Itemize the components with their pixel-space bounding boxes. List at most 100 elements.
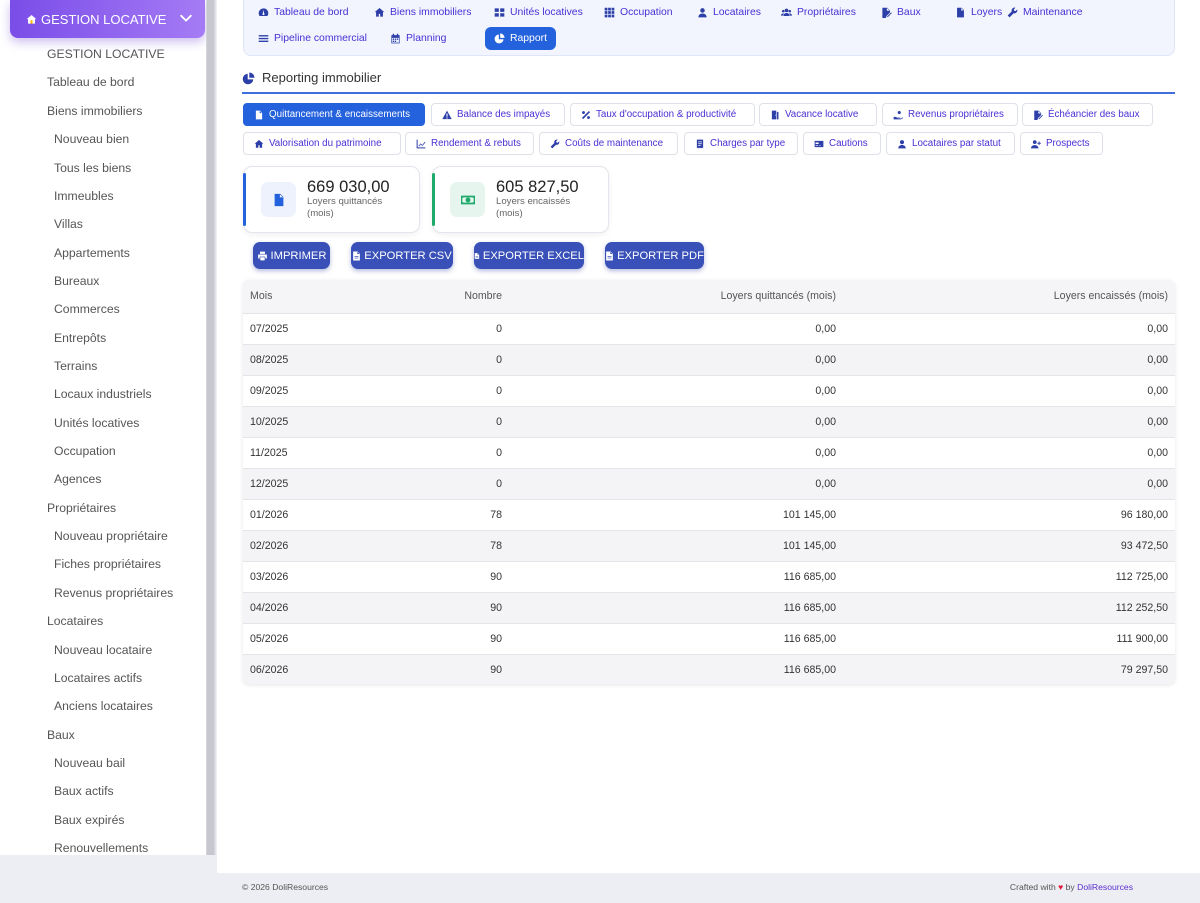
sidebar-item-locataires-actifs[interactable]: Locataires actifs <box>54 671 142 685</box>
grid-icon <box>494 7 505 18</box>
sidebar-item-locaux-industriels[interactable]: Locaux industriels <box>54 387 152 401</box>
kpi-icon-box <box>450 182 485 217</box>
report-tab-vacance-locative[interactable]: Vacance locative <box>759 103 877 126</box>
report-tab-charges-par-type[interactable]: Charges par type <box>684 132 798 155</box>
chevron-down-icon[interactable] <box>179 11 193 25</box>
sidebar-item-nouveau-bail[interactable]: Nouveau bail <box>54 756 125 770</box>
sidebar-item-tous-les-biens[interactable]: Tous les biens <box>54 161 131 175</box>
nav-occupation[interactable]: Occupation <box>604 5 673 19</box>
sidebar-scrollbar-thumb[interactable] <box>207 0 214 855</box>
cell-quittances: 0,00 <box>509 436 843 468</box>
sidebar-item-occupation[interactable]: Occupation <box>54 444 116 458</box>
print-button[interactable]: IMPRIMER <box>253 242 330 269</box>
line-chart-icon <box>416 139 426 149</box>
nav-proprietaires[interactable]: Propriétaires <box>781 5 856 19</box>
sidebar-item-nouveau-proprietaire[interactable]: Nouveau propriétaire <box>54 529 168 543</box>
sidebar-item-locataires[interactable]: Locataires <box>47 614 103 628</box>
cell-mois: 11/2025 <box>243 436 393 468</box>
report-tab-label: Taux d'occupation & productivité <box>596 109 737 120</box>
cell-mois: 10/2025 <box>243 405 393 437</box>
nav-baux[interactable]: Baux <box>881 5 921 19</box>
sidebar-item-fiches-proprietaires[interactable]: Fiches propriétaires <box>54 557 161 571</box>
document-icon <box>254 110 264 120</box>
main-content: Tableau de bord Biens immobiliers Unités l… <box>217 0 1200 873</box>
file-signature-icon <box>1033 110 1043 120</box>
calendar-icon <box>390 33 401 44</box>
report-tab-quittancement-encaissements[interactable]: Quittancement & encaissements <box>243 103 425 126</box>
sidebar-item-revenus-proprietaires[interactable]: Revenus propriétaires <box>54 586 173 600</box>
report-tab-couts-de-maintenance[interactable]: Coûts de maintenance <box>539 132 678 155</box>
document-icon <box>272 193 286 207</box>
cell-encaisses: 0,00 <box>843 312 1175 344</box>
cell-mois: 06/2026 <box>243 653 393 684</box>
sidebar-item-baux-expires[interactable]: Baux expirés <box>54 813 124 827</box>
sidebar-item-gestion-locative[interactable]: GESTION LOCATIVE <box>47 47 165 61</box>
export-csv-button[interactable]: EXPORTER CSV <box>351 242 453 269</box>
export-pdf-button[interactable]: EXPORTER PDF <box>605 242 704 269</box>
nav-maintenance[interactable]: Maintenance <box>1007 5 1083 19</box>
cell-encaisses: 0,00 <box>843 405 1175 437</box>
nav-rapport[interactable]: Rapport <box>485 27 556 50</box>
sidebar-item-agences[interactable]: Agences <box>54 472 101 486</box>
sidebar-item-unites-locatives[interactable]: Unités locatives <box>54 416 139 430</box>
cell-quittances: 116 685,00 <box>509 653 843 684</box>
report-tab-taux-d-occupation-productivite[interactable]: Taux d'occupation & productivité <box>570 103 755 126</box>
sidebar-item-renouvellements[interactable]: Renouvellements <box>54 841 148 855</box>
table-row: 12/2025 0 0,00 0,00 <box>243 467 1175 499</box>
cell-nombre: 90 <box>393 622 509 654</box>
sidebar-item-terrains[interactable]: Terrains <box>54 359 97 373</box>
sidebar-item-anciens-locataires[interactable]: Anciens locataires <box>54 699 153 713</box>
report-tab-label: Rendement & rebuts <box>431 138 521 149</box>
cell-nombre: 78 <box>393 498 509 530</box>
heart-icon: ♥ <box>1058 882 1064 892</box>
column-header-quittances[interactable]: Loyers quittancés (mois) <box>509 280 843 313</box>
sidebar-item-baux[interactable]: Baux <box>47 728 75 742</box>
nav-biens-immobiliers[interactable]: Biens immobiliers <box>374 5 471 19</box>
nav-loyers[interactable]: Loyers <box>955 5 1002 19</box>
sidebar-item-bureaux[interactable]: Bureaux <box>54 274 99 288</box>
report-tab-echeancier-des-baux[interactable]: Échéancier des baux <box>1022 103 1153 126</box>
report-tab-label: Charges par type <box>710 138 786 149</box>
report-tab-balance-des-impayes[interactable]: Balance des impayés <box>431 103 565 126</box>
report-tab-cautions[interactable]: Cautions <box>803 132 881 155</box>
report-tab-valorisation-du-patrimoine[interactable]: Valorisation du patrimoine <box>243 132 401 155</box>
sidebar-item-tableau-de-bord[interactable]: Tableau de bord <box>47 75 134 89</box>
column-header-nombre[interactable]: Nombre <box>393 280 509 313</box>
cell-encaisses: 96 180,00 <box>843 498 1175 530</box>
report-tab-label: Cautions <box>829 138 868 149</box>
nav-planning[interactable]: Planning <box>390 31 446 45</box>
column-header-mois[interactable]: Mois <box>243 280 393 313</box>
export-excel-button[interactable]: EXPORTER EXCEL <box>474 242 584 269</box>
brand-link[interactable]: DoliResources <box>1077 882 1133 892</box>
page-title: Reporting immobilier <box>262 70 382 85</box>
sidebar-item-nouveau-locataire[interactable]: Nouveau locataire <box>54 643 152 657</box>
report-tab-revenus-proprietaires[interactable]: Revenus propriétaires <box>882 103 1018 126</box>
module-selector-button[interactable]: GESTION LOCATIVE <box>10 0 205 38</box>
sidebar-item-appartements[interactable]: Appartements <box>54 246 130 260</box>
cell-nombre: 0 <box>393 467 509 499</box>
nav-unites-locatives[interactable]: Unités locatives <box>494 5 583 19</box>
report-tab-prospects[interactable]: Prospects <box>1020 132 1103 155</box>
nav-locataires[interactable]: Locataires <box>697 5 761 19</box>
column-header-encaisses[interactable]: Loyers encaissés (mois) <box>843 280 1175 313</box>
sidebar-scrollbar[interactable] <box>206 0 215 855</box>
report-tab-rendement-rebuts[interactable]: Rendement & rebuts <box>405 132 534 155</box>
sidebar-item-proprietaires[interactable]: Propriétaires <box>47 501 116 515</box>
sidebar-item-commerces[interactable]: Commerces <box>54 302 120 316</box>
report-tab-locataires-par-statut[interactable]: Locataires par statut <box>886 132 1015 155</box>
nav-pipeline-commercial[interactable]: Pipeline commercial <box>258 31 367 45</box>
cell-quittances: 116 685,00 <box>509 622 843 654</box>
sidebar-item-nouveau-bien[interactable]: Nouveau bien <box>54 132 129 146</box>
nav-label: Propriétaires <box>797 6 856 18</box>
sidebar-item-entrepots[interactable]: Entrepôts <box>54 331 106 345</box>
cell-quittances: 116 685,00 <box>509 560 843 592</box>
crafted-by-text: by <box>1065 882 1075 892</box>
sidebar-item-villas[interactable]: Villas <box>54 217 83 231</box>
nav-tableau-de-bord[interactable]: Tableau de bord <box>258 5 349 19</box>
cell-quittances: 0,00 <box>509 312 843 344</box>
home-icon <box>254 139 264 149</box>
sidebar-item-immeubles[interactable]: Immeubles <box>54 189 114 203</box>
table-row: 05/2026 90 116 685,00 111 900,00 <box>243 622 1175 654</box>
sidebar-item-biens-immobiliers[interactable]: Biens immobiliers <box>47 104 143 118</box>
sidebar-item-baux-actifs[interactable]: Baux actifs <box>54 784 114 798</box>
